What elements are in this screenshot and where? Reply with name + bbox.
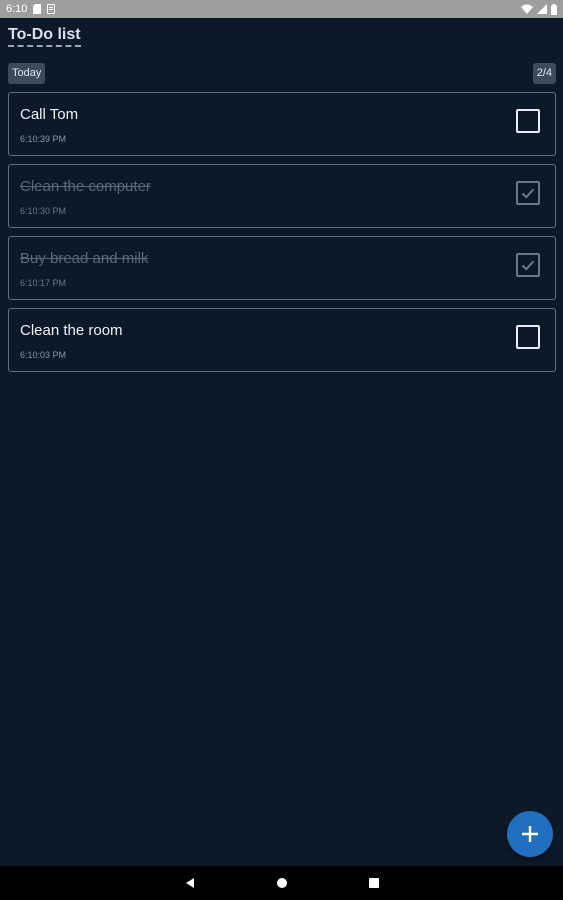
status-left: 6:10: [6, 3, 56, 15]
task-time: 6:10:17 PM: [20, 278, 67, 288]
task-checkbox[interactable]: [516, 109, 540, 133]
status-right: [521, 3, 557, 15]
back-icon: [185, 878, 194, 888]
status-bar: 6:10: [0, 0, 563, 18]
plus-icon: [522, 826, 538, 842]
task-checkbox[interactable]: [516, 181, 540, 205]
back-button[interactable]: [181, 874, 199, 892]
check-icon: [521, 260, 535, 271]
notification-icon: [47, 4, 56, 14]
task-item[interactable]: Clean the room 6:10:03 PM: [8, 308, 556, 372]
task-count-badge: 2/4: [532, 63, 556, 84]
task-time: 6:10:03 PM: [20, 350, 67, 360]
recents-icon: [368, 878, 379, 888]
task-title: Call Tom: [20, 106, 79, 123]
home-icon: [276, 878, 287, 888]
filter-today-chip[interactable]: Today: [8, 63, 46, 84]
task-checkbox[interactable]: [516, 253, 540, 277]
add-task-button[interactable]: [507, 811, 553, 857]
task-time: 6:10:39 PM: [20, 134, 67, 144]
app-header: To-Do list: [8, 26, 81, 47]
recents-button[interactable]: [365, 874, 383, 892]
task-checkbox[interactable]: [516, 325, 540, 349]
task-item[interactable]: Clean the computer 6:10:30 PM: [8, 164, 556, 228]
task-title: Clean the room: [20, 322, 123, 339]
task-time: 6:10:30 PM: [20, 206, 67, 216]
signal-icon: [537, 4, 547, 14]
wifi-icon: [521, 4, 533, 14]
page-title: To-Do list: [8, 26, 81, 47]
task-title: Buy bread and milk: [20, 250, 149, 267]
status-time: 6:10: [6, 3, 28, 15]
task-item[interactable]: Call Tom 6:10:39 PM: [8, 92, 556, 156]
home-button[interactable]: [273, 874, 291, 892]
task-item[interactable]: Buy bread and milk 6:10:17 PM: [8, 236, 556, 300]
sd-card-icon: [33, 4, 42, 14]
battery-icon: [551, 3, 557, 15]
task-title: Clean the computer: [20, 178, 151, 195]
task-list: Call Tom 6:10:39 PM Clean the computer 6…: [8, 92, 556, 380]
system-nav-bar: [0, 866, 563, 900]
check-icon: [521, 188, 535, 199]
